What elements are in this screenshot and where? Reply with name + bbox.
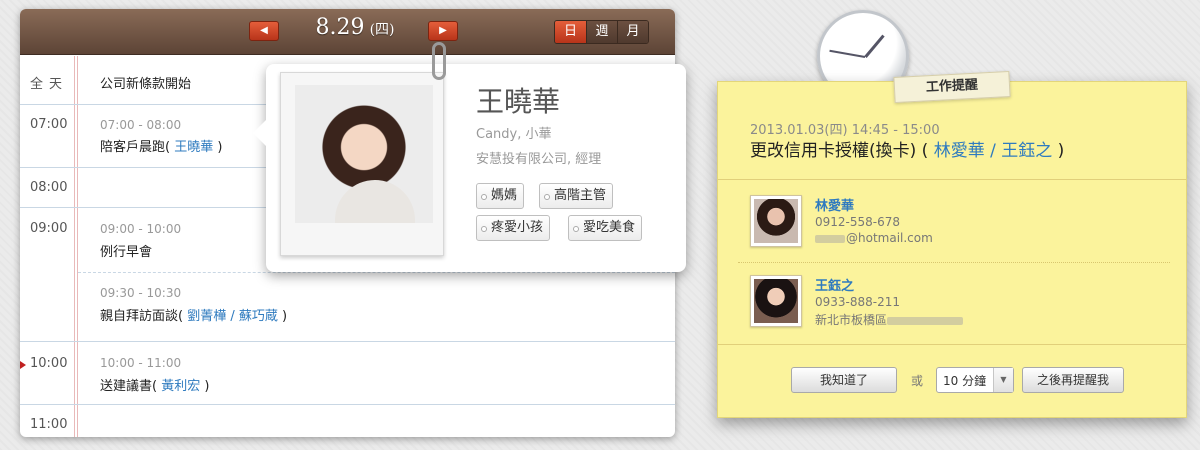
person-separator: /: [230, 309, 239, 324]
acknowledge-button[interactable]: 我知道了: [791, 367, 897, 393]
chevron-down-icon[interactable]: ▼: [993, 368, 1013, 392]
snooze-select[interactable]: 10 分鐘 ▼: [936, 367, 1014, 393]
profile-popover: 王曉華 Candy, 小華 安慧投有限公司, 經理 媽媽 高階主管 疼愛小孩 愛…: [253, 42, 686, 272]
day-view-tab[interactable]: 日: [555, 21, 586, 43]
contact-divider: [738, 262, 1170, 263]
contact-name[interactable]: 林愛華: [815, 195, 854, 214]
profile-tag[interactable]: 疼愛小孩: [476, 215, 551, 241]
time-divider: [77, 56, 78, 437]
profile-tag[interactable]: 愛吃美食: [568, 215, 643, 241]
calendar-header: ◀ 8.29 (四) ▶ 日 週 月: [20, 9, 675, 55]
contact-address-text: 新北市板橋區: [815, 313, 888, 327]
event-close-paren: ): [217, 140, 223, 155]
avatar[interactable]: [750, 195, 802, 247]
event-title[interactable]: 陪客戶晨跑( 王曉華 ): [100, 136, 222, 155]
person-link[interactable]: 蘇巧蔵: [239, 309, 278, 324]
reminder-title: 更改信用卡授權(換卡) ( 林愛華 / 王鈺之 ): [750, 136, 1064, 161]
time-label-1100: 11:00: [30, 417, 68, 432]
current-time-marker: [20, 361, 26, 369]
date-number: 8.29: [315, 15, 365, 40]
profile-tag[interactable]: 媽媽: [476, 183, 525, 209]
contact-phone: 0933-888-211: [815, 295, 901, 309]
date-weekday: (四): [369, 22, 395, 38]
contact-phone: 0912-558-678: [815, 215, 901, 229]
profile-photo-frame: [280, 72, 444, 256]
event-close-paren: ): [282, 309, 288, 324]
redacted-text: [887, 316, 964, 325]
event-time: 09:00 - 10:00: [100, 222, 182, 236]
clock-hour-hand: [864, 34, 885, 58]
half-hour-divider: [78, 272, 675, 273]
person-link[interactable]: 黃利宏: [161, 379, 200, 394]
prev-day-button[interactable]: ◀: [249, 21, 279, 41]
row-divider: [20, 341, 675, 342]
person-link[interactable]: 林愛華: [934, 141, 985, 161]
or-label: 或: [911, 374, 924, 388]
reminder-title-text: 更改信用卡授權(換卡) (: [750, 141, 929, 161]
time-label-0800: 08:00: [30, 180, 68, 195]
allday-label: 全天: [30, 77, 69, 92]
contact-card: 王鈺之 0933-888-211 新北市板橋區: [750, 275, 1150, 335]
event-title[interactable]: 親自拜訪面談( 劉菁樺 / 蘇巧蔵 ): [100, 305, 287, 324]
time-label-1000: 10:00: [30, 356, 68, 371]
popover-arrow: [253, 120, 266, 146]
profile-photo: [295, 85, 433, 223]
reminder-title-close: ): [1057, 141, 1065, 161]
contact-name[interactable]: 王鈺之: [815, 275, 854, 294]
contact-card: 林愛華 0912-558-678 @hotmail.com: [750, 195, 1150, 255]
month-view-tab[interactable]: 月: [617, 21, 648, 43]
week-view-tab[interactable]: 週: [586, 21, 617, 43]
time-label-0700: 07:00: [30, 117, 68, 132]
contact-address: 新北市板橋區: [815, 311, 964, 328]
event-time: 09:30 - 10:30: [100, 286, 182, 300]
avatar-image: [754, 199, 798, 243]
person-separator: /: [990, 141, 1002, 161]
view-switch: 日 週 月: [554, 20, 649, 44]
clock-minute-hand: [829, 49, 866, 58]
profile-name: 王曉華: [476, 85, 561, 118]
paperclip-icon: [432, 42, 446, 80]
profile-nickname: Candy, 小華: [476, 127, 552, 142]
event-title[interactable]: 送建議書( 黃利宏 ): [100, 375, 209, 394]
reminder-divider: [718, 179, 1186, 180]
next-day-button[interactable]: ▶: [428, 21, 458, 41]
contact-email: @hotmail.com: [815, 231, 933, 245]
calendar-date: 8.29 (四): [290, 15, 420, 45]
person-link[interactable]: 劉菁樺: [187, 309, 226, 324]
event-title-text: 親自拜訪面談(: [100, 309, 184, 324]
work-reminder-card: 工作提醒 2013.01.03(四) 14:45 - 15:00 更改信用卡授權…: [717, 70, 1187, 418]
avatar-image: [754, 279, 798, 323]
event-time: 07:00 - 08:00: [100, 118, 182, 132]
event-title-text: 送建議書(: [100, 379, 158, 394]
reminder-actions: 我知道了 或 10 分鐘 ▼ 之後再提醒我: [718, 367, 1186, 397]
allday-event[interactable]: 公司新條款開始: [100, 73, 191, 92]
profile-organization: 安慧投有限公司, 經理: [476, 152, 602, 167]
reminder-tab-label: 工作提醒: [893, 70, 1011, 104]
avatar[interactable]: [750, 275, 802, 327]
time-divider: [74, 56, 75, 437]
event-title-text: 陪客戶晨跑(: [100, 140, 171, 155]
event-title[interactable]: 例行早會: [100, 241, 152, 260]
contact-email-domain: @hotmail.com: [846, 231, 933, 245]
redacted-text: [815, 234, 845, 243]
time-label-0900: 09:00: [30, 221, 68, 236]
person-link[interactable]: 王鈺之: [1001, 141, 1052, 161]
row-divider: [20, 404, 675, 405]
profile-tag[interactable]: 高階主管: [539, 183, 614, 209]
snooze-value: 10 分鐘: [943, 374, 987, 388]
event-close-paren: ): [204, 379, 210, 394]
reminder-divider: [718, 344, 1186, 345]
event-time: 10:00 - 11:00: [100, 356, 182, 370]
remind-later-button[interactable]: 之後再提醒我: [1022, 367, 1124, 393]
person-link[interactable]: 王曉華: [174, 140, 213, 155]
